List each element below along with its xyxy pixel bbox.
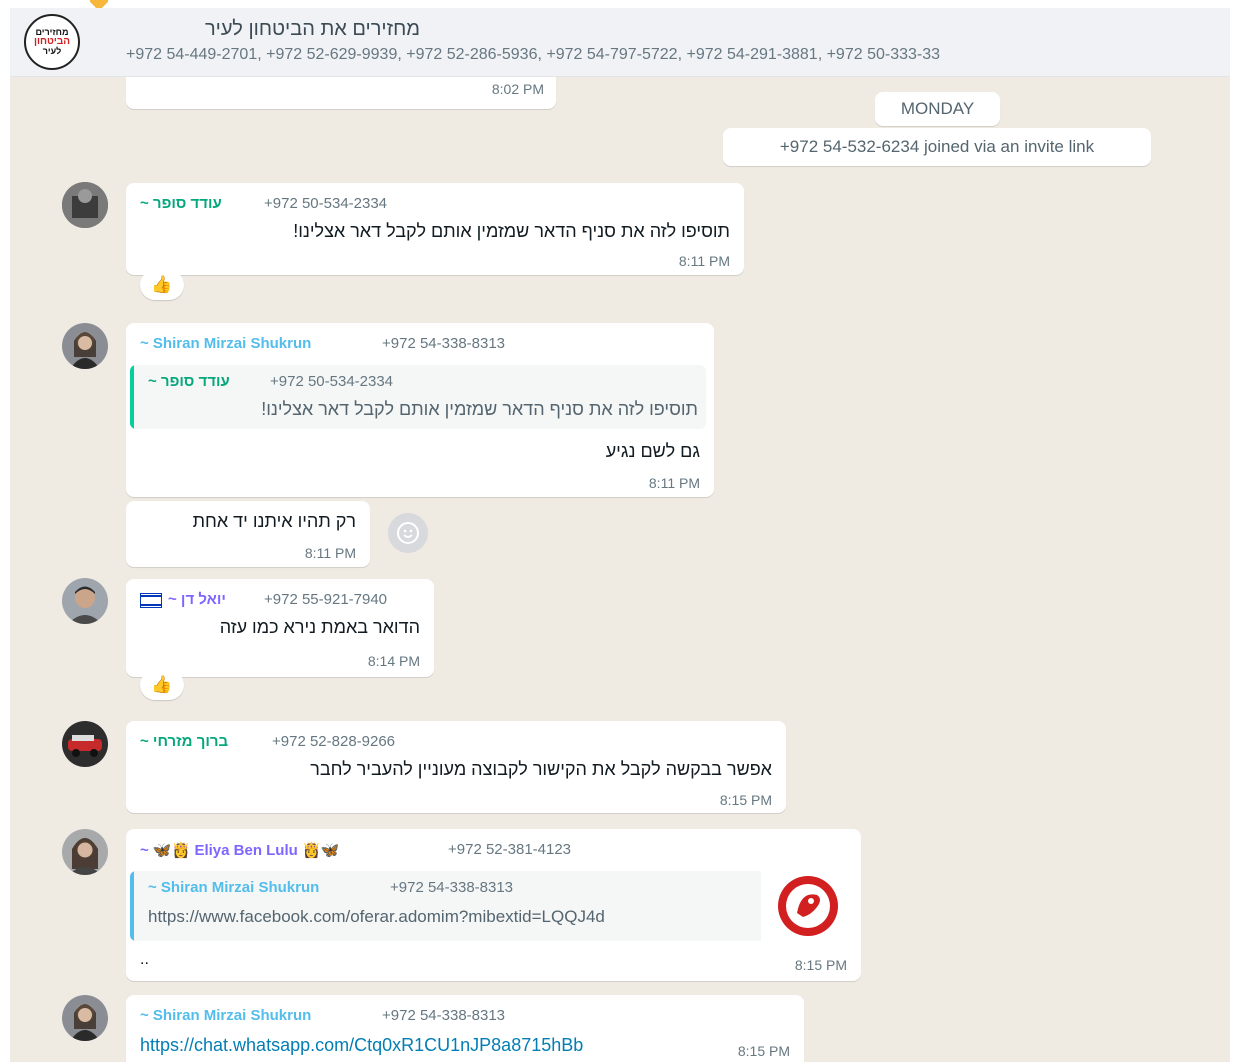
sender-name[interactable]: יואל דן ~: [168, 591, 226, 608]
message-time: 8:15 PM: [794, 957, 847, 973]
day-label: MONDAY: [875, 92, 1000, 126]
sender-phone: +972 55-921-7940: [264, 591, 388, 608]
quote-phone: +972 54-338-8313: [390, 879, 514, 896]
quote-text: תוסיפו לזה את סניף הדאר שמזמין אותם לקבל…: [261, 399, 698, 419]
chat-header[interactable]: מחזירים הביטחון לעיר מחזירים את הביטחון …: [10, 8, 1230, 77]
quoted-message[interactable]: עודד סופר ~ +972 50-534-2334 תוסיפו לזה …: [130, 365, 706, 429]
avatar[interactable]: [62, 578, 108, 624]
message-time: 8:11 PM: [304, 545, 356, 561]
message-bubble[interactable]: ~ Shiran Mirzai Shukrun +972 54-338-8313…: [126, 995, 804, 1062]
group-avatar[interactable]: מחזירים הביטחון לעיר: [24, 14, 80, 70]
avatar[interactable]: [62, 721, 108, 767]
system-join-message: +972 54-532-6234 joined via an invite li…: [723, 128, 1151, 166]
message-time: 8:15 PM: [719, 792, 772, 808]
emoji-reaction-icon[interactable]: [388, 513, 428, 553]
group-title[interactable]: מחזירים את הביטחון לעיר: [205, 18, 420, 41]
sender-name[interactable]: ~ Shiran Mirzai Shukrun: [140, 1007, 311, 1024]
quote-link-text: https://www.facebook.com/oferar.adomim?m…: [148, 907, 605, 926]
message-text: אפשר בבקשה לקבל את הקישור לקבוצה מעוניין…: [310, 759, 772, 779]
message-text: רק תהיו איתנו יד אחת: [192, 511, 356, 531]
message-bubble[interactable]: ברוך מזרחי ~ +972 52-828-9266 אפשר בבקשה…: [126, 721, 786, 813]
sender-name[interactable]: ברוך מזרחי ~: [140, 733, 228, 750]
reaction-thumbs-up-icon[interactable]: 👍: [140, 670, 184, 700]
reaction-thumbs-up-icon[interactable]: 👍: [140, 270, 184, 300]
sender-phone: +972 54-338-8313: [382, 335, 506, 352]
previous-message-bubble: 8:02 PM: [126, 77, 556, 109]
quote-thumbnail: [761, 871, 855, 941]
quote-bar: [130, 871, 134, 941]
sender-phone: +972 50-534-2334: [264, 195, 388, 212]
sender-name[interactable]: עודד סופר ~: [140, 195, 222, 212]
message-bubble[interactable]: ~ 🦋👸 Eliya Ben Lulu 👸🦋 +972 52-381-4123 …: [126, 829, 861, 981]
message-time: 8:11 PM: [678, 253, 730, 269]
sender-phone: +972 52-381-4123: [448, 841, 572, 858]
message-time: 8:14 PM: [367, 653, 420, 669]
message-time: 8:11 PM: [648, 475, 700, 491]
quote-sender: ~ Shiran Mirzai Shukrun: [148, 879, 320, 896]
message-bubble[interactable]: רק תהיו איתנו יד אחת 8:11 PM: [126, 501, 370, 567]
message-link[interactable]: https://chat.whatsapp.com/Ctq0xR1CU1nJP8…: [140, 1035, 583, 1056]
message-text: תוסיפו לזה את סניף הדאר שמזמין אותם לקבל…: [293, 221, 730, 241]
message-bubble[interactable]: יואל דן ~ +972 55-921-7940 הדואר באמת ני…: [126, 579, 434, 677]
avatar[interactable]: [62, 323, 108, 369]
group-members: +972 54-449-2701, +972 52-629-9939, +972…: [126, 46, 941, 63]
message-text: הדואר באמת נירא כמו עזה: [219, 617, 420, 637]
quoted-message[interactable]: ~ Shiran Mirzai Shukrun +972 54-338-8313…: [130, 871, 855, 941]
chat-area[interactable]: 8:02 PM MONDAY +972 54-532-6234 joined v…: [10, 77, 1230, 1062]
red-logo-icon: [778, 876, 838, 936]
avatar[interactable]: [62, 995, 108, 1041]
sender-phone: +972 52-828-9266: [272, 733, 396, 750]
israel-flag-icon: [140, 593, 162, 608]
quote-phone: +972 50-534-2334: [270, 373, 394, 390]
message-text: ..: [140, 951, 149, 968]
sender-phone: +972 54-338-8313: [382, 1007, 506, 1024]
message-bubble[interactable]: ~ Shiran Mirzai Shukrun +972 54-338-8313…: [126, 323, 714, 497]
quote-bar: [130, 365, 134, 429]
quote-sender: עודד סופר ~: [148, 373, 230, 390]
avatar[interactable]: [62, 829, 108, 875]
avatar[interactable]: [62, 182, 108, 228]
avatar-line-3: לעיר: [42, 46, 62, 56]
message-time: 8:02 PM: [491, 81, 544, 97]
message-text: גם לשם נגיע: [605, 441, 700, 461]
sender-name[interactable]: ~ 🦋👸 Eliya Ben Lulu 👸🦋: [140, 841, 339, 859]
message-time: 8:15 PM: [737, 1043, 790, 1059]
sender-name[interactable]: ~ Shiran Mirzai Shukrun: [140, 335, 311, 352]
message-bubble[interactable]: עודד סופר ~ +972 50-534-2334 תוסיפו לזה …: [126, 183, 744, 275]
